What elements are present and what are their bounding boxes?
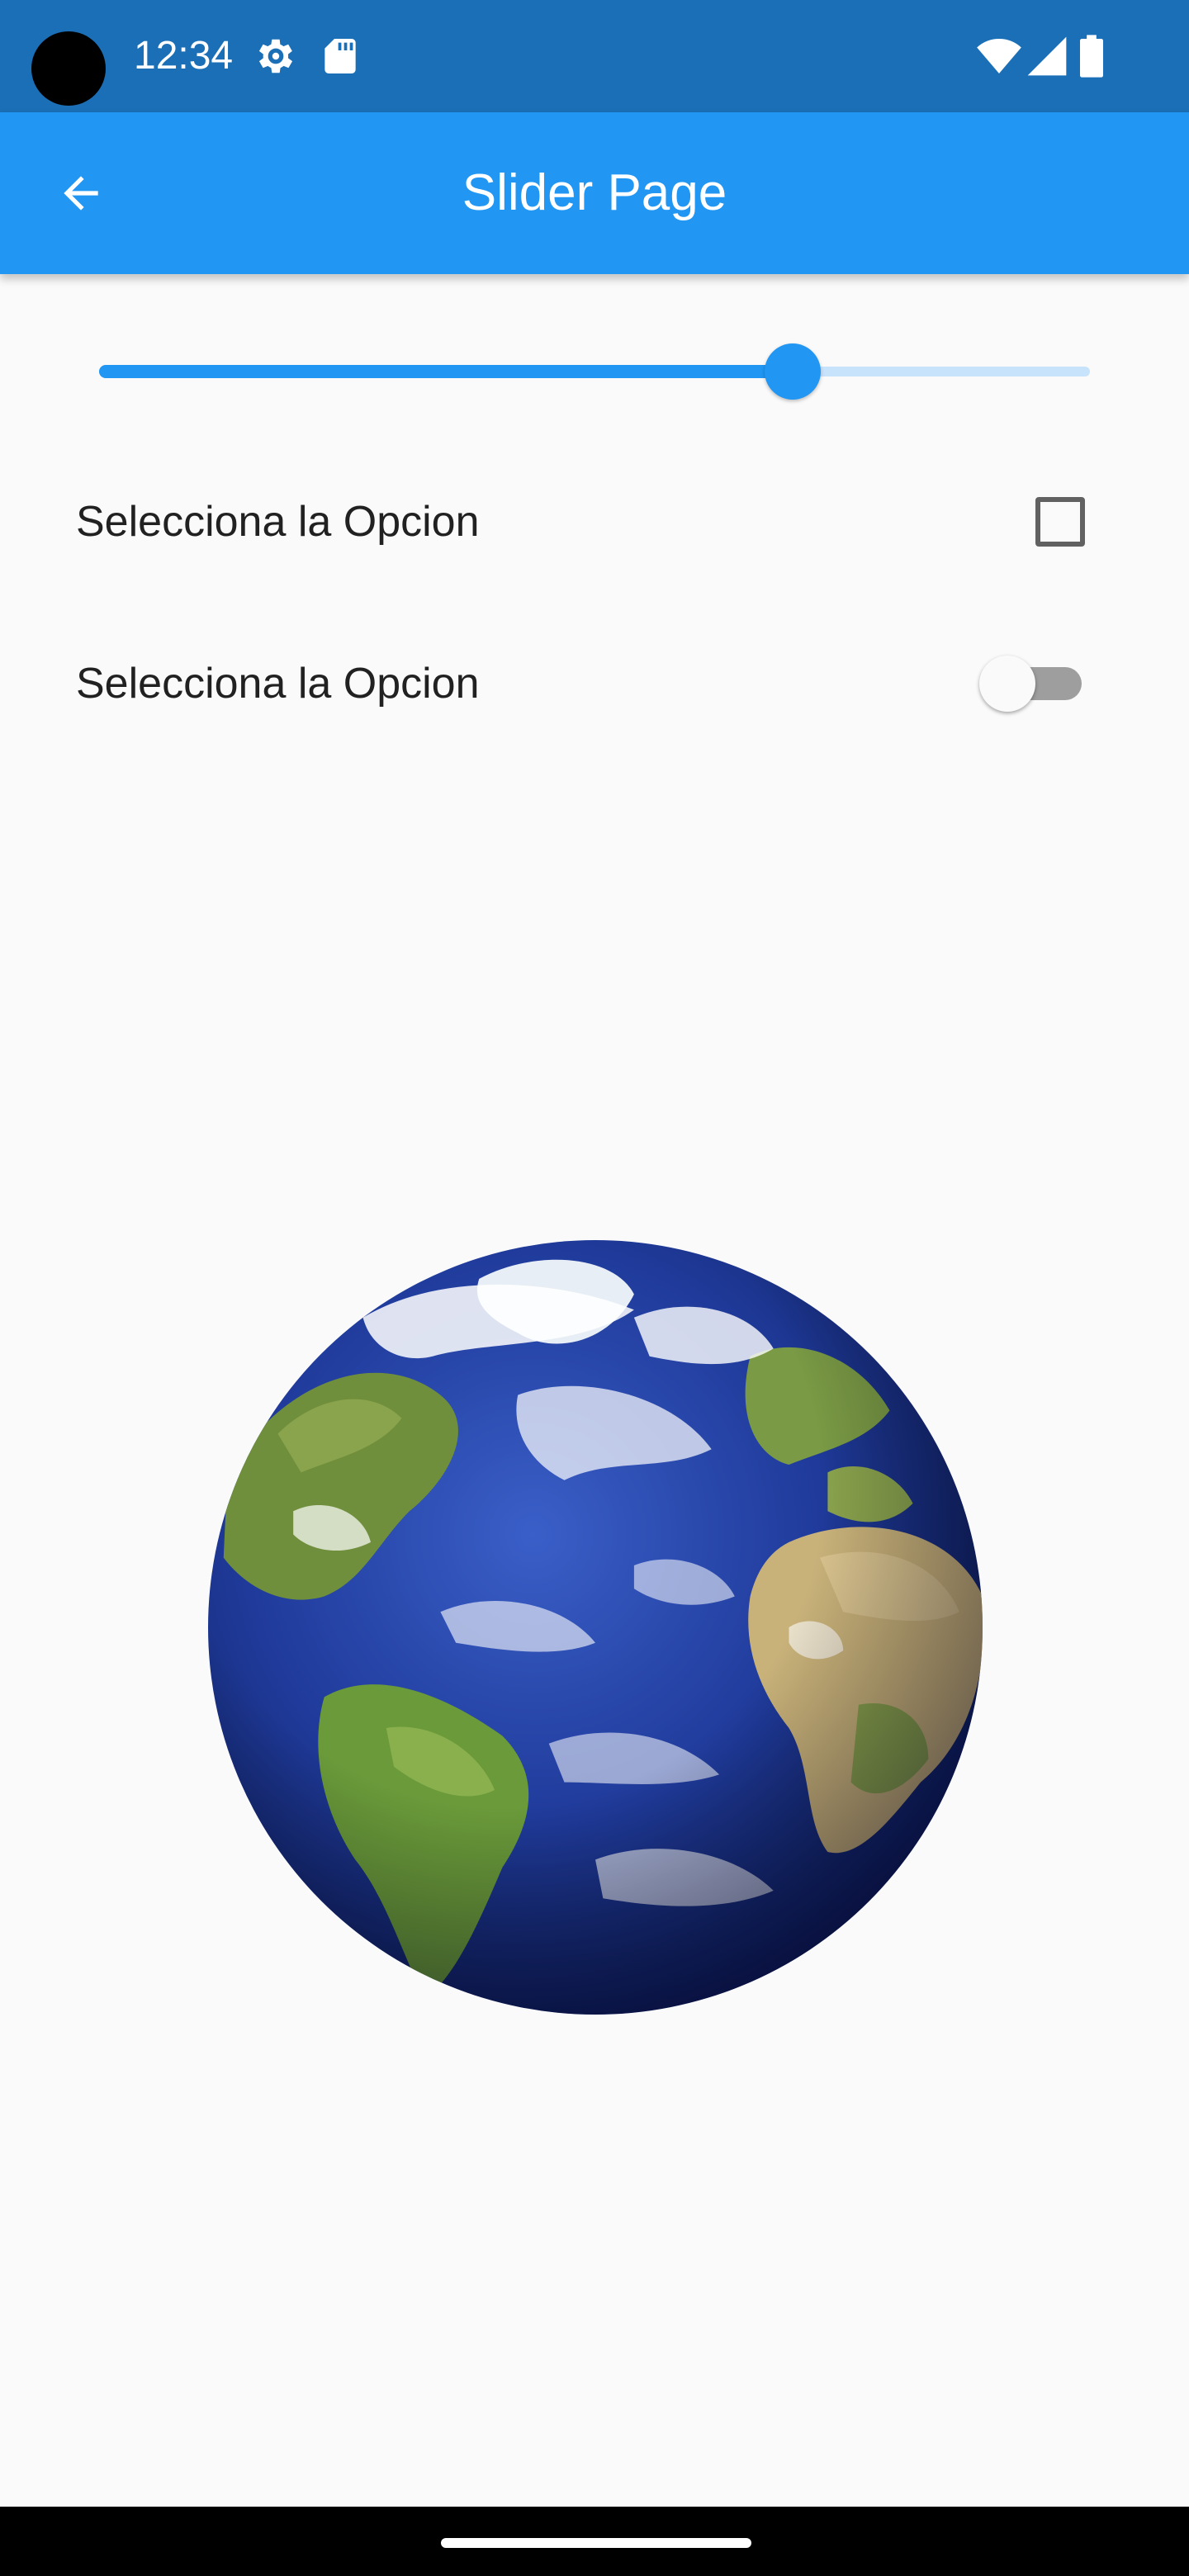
switch-list-tile[interactable]: Selecciona la Opcion <box>0 618 1189 750</box>
value-slider[interactable] <box>69 330 1120 413</box>
slider-active-track <box>99 365 793 378</box>
cell-signal-icon <box>1024 33 1070 79</box>
page-title: Slider Page <box>462 164 727 221</box>
app-bar: Slider Page <box>0 112 1189 274</box>
battery-icon <box>1073 33 1110 79</box>
option-switch[interactable] <box>979 656 1082 712</box>
switch-thumb <box>979 656 1035 712</box>
system-navigation-bar <box>0 2507 1189 2576</box>
sd-card-icon <box>317 33 363 79</box>
back-button[interactable] <box>40 152 122 234</box>
status-bar: 12:34 <box>0 0 1189 112</box>
screen: 12:34 Slider Page Selecciona la Opcion S… <box>0 0 1189 2576</box>
switch-option-label: Selecciona la Opcion <box>76 660 480 708</box>
wifi-icon <box>976 33 1022 79</box>
slider-thumb[interactable] <box>765 343 821 400</box>
camera-cutout <box>31 31 106 106</box>
option-checkbox[interactable] <box>1035 497 1085 547</box>
checkbox-option-label: Selecciona la Opcion <box>76 498 480 546</box>
earth-globe-icon <box>208 1240 983 2015</box>
settings-gear-icon <box>253 33 299 79</box>
status-time: 12:34 <box>134 34 234 78</box>
arrow-back-icon <box>55 168 107 219</box>
home-gesture-handle[interactable] <box>441 2538 751 2548</box>
checkbox-list-tile[interactable]: Selecciona la Opcion <box>0 456 1189 588</box>
